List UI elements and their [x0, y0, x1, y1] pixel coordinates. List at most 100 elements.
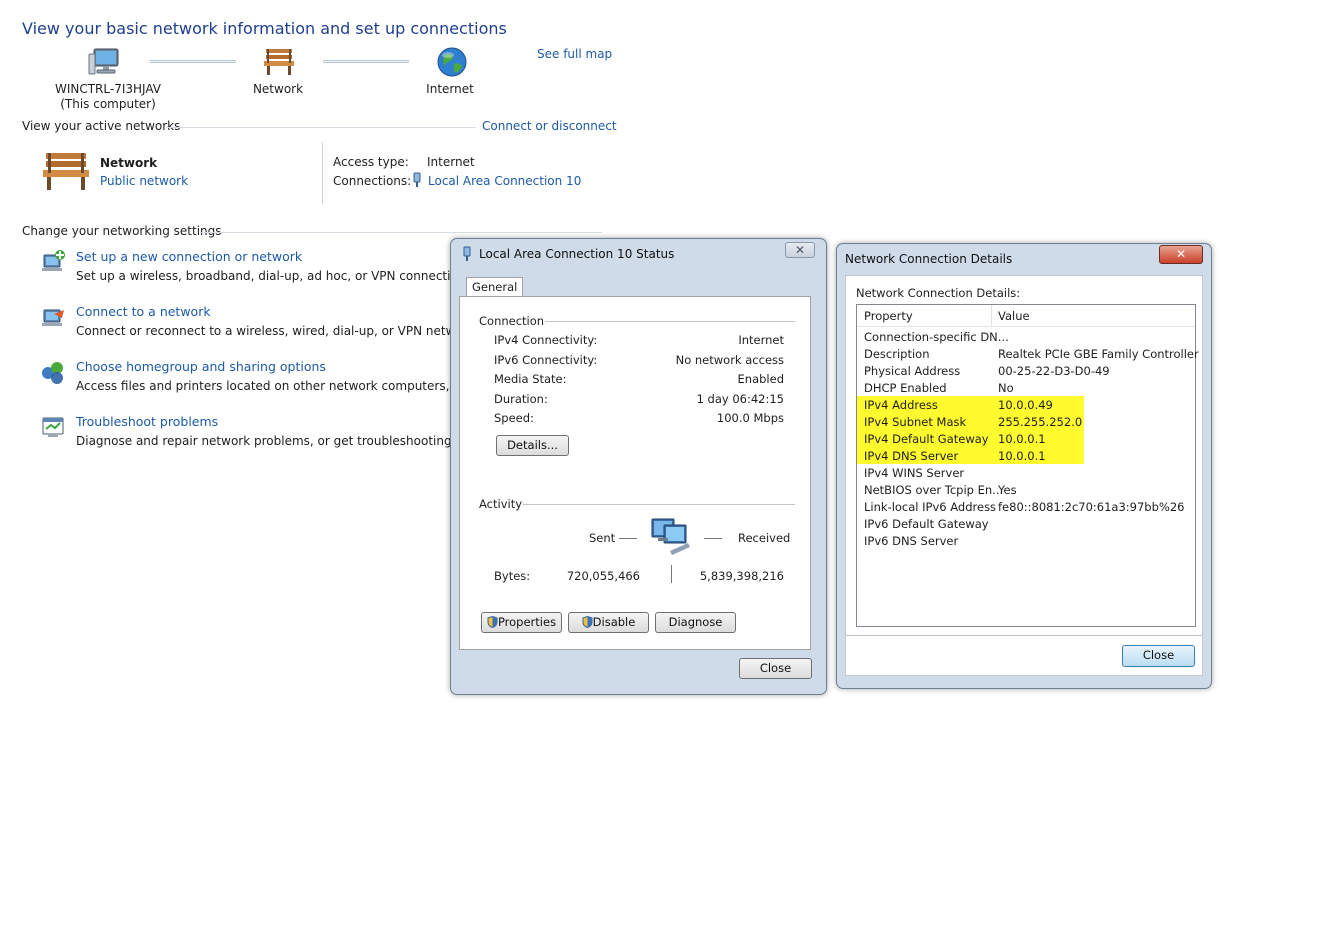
details-property-cell: DHCP Enabled	[864, 381, 947, 395]
details-dialog-close-x-button[interactable]: ✕	[1159, 245, 1203, 264]
setup-connection-desc: Set up a wireless, broadband, dial-up, a…	[76, 269, 504, 283]
details-row[interactable]: NetBIOS over Tcpip En... Yes	[857, 482, 1195, 499]
sent-label: Sent	[589, 531, 616, 545]
setup-connection-link[interactable]: Set up a new connection or network	[76, 249, 302, 264]
details-property-cell: IPv6 Default Gateway	[864, 517, 989, 531]
details-button[interactable]: Details...	[496, 435, 569, 456]
section-divider	[200, 232, 602, 233]
details-property-cell: Connection-specific DN...	[864, 330, 1009, 344]
connect-network-link[interactable]: Connect to a network	[76, 304, 211, 319]
status-close-button[interactable]: Close	[739, 658, 812, 679]
ipv4-connectivity-label: IPv4 Connectivity:	[494, 333, 598, 347]
details-list-header: Property Value	[857, 305, 1195, 327]
ipv4-connectivity-value: Internet	[738, 333, 784, 347]
homegroup-icon	[40, 359, 66, 385]
troubleshoot-link[interactable]: Troubleshoot problems	[76, 414, 218, 429]
troubleshoot-desc: Diagnose and repair network problems, or…	[76, 434, 502, 448]
details-caption: Network Connection Details:	[856, 286, 1021, 300]
internet-globe-icon[interactable]	[436, 46, 468, 78]
group-divider	[523, 504, 795, 505]
received-label: Received	[738, 531, 791, 545]
homegroup-link[interactable]: Choose homegroup and sharing options	[76, 359, 326, 374]
details-property-cell: IPv4 WINS Server	[864, 466, 965, 480]
shield-icon	[582, 615, 593, 633]
details-row[interactable]: Connection-specific DN...	[857, 329, 1195, 346]
details-row[interactable]: IPv4 WINS Server	[857, 465, 1195, 482]
details-row[interactable]: Description Realtek PCIe GBE Family Contr…	[857, 346, 1199, 363]
details-close-button[interactable]: Close	[1122, 645, 1195, 667]
see-full-map-link[interactable]: See full map	[537, 47, 612, 61]
details-value-cell: fe80::8081:2c70:61a3:97bb%26	[998, 500, 1185, 514]
status-dialog-close-x-button[interactable]: ✕	[785, 242, 815, 258]
details-bottom-divider	[846, 635, 1202, 636]
bytes-sent-value: 720,055,466	[566, 569, 640, 583]
properties-button-label: Properties	[497, 615, 557, 629]
active-network-name: Network	[100, 156, 158, 170]
local-area-connection-link[interactable]: Local Area Connection 10	[428, 174, 581, 188]
dialog-title-ethernet-icon	[461, 246, 473, 262]
section-divider	[166, 127, 476, 128]
ipv6-connectivity-label: IPv6 Connectivity:	[494, 353, 598, 367]
connection-group-label: Connection	[479, 314, 545, 328]
details-row[interactable]: Link-local IPv6 Address fe80::8081:2c70:6…	[857, 499, 1195, 516]
disable-button-label: Disable	[592, 615, 636, 629]
details-value-cell: Yes	[998, 483, 1017, 497]
details-value-cell: 10.0.0.1	[998, 449, 1046, 463]
details-property-cell: Physical Address	[864, 364, 961, 378]
details-listview[interactable]: Property Value Connection-specific DN...…	[856, 304, 1199, 627]
received-dash	[704, 538, 722, 539]
details-row[interactable]: IPv4 Subnet Mask 255.255.252.0	[857, 414, 1195, 431]
details-value-cell: Realtek PCIe GBE Family Controller	[998, 347, 1199, 361]
active-network-bench-icon	[40, 150, 92, 192]
map-connector-line	[150, 60, 236, 63]
map-network-label: Network	[252, 82, 304, 96]
bytes-received-value: 5,839,398,216	[699, 569, 784, 583]
duration-label: Duration:	[494, 392, 548, 406]
details-row[interactable]: DHCP Enabled No	[857, 380, 1195, 397]
details-row[interactable]: IPv6 Default Gateway	[857, 516, 1195, 533]
ethernet-plug-icon	[411, 172, 423, 188]
details-dialog: Network Connection Details ✕ Network Con…	[836, 243, 1212, 689]
troubleshoot-icon	[40, 414, 66, 440]
homegroup-desc: Access files and printers located on oth…	[76, 379, 507, 393]
details-panel: Network Connection Details: Property Val…	[845, 275, 1203, 676]
status-dialog-title: Local Area Connection 10 Status	[479, 247, 675, 261]
computer-name: WINCTRL-7I3HJAV	[54, 82, 162, 96]
details-row[interactable]: IPv4 DNS Server 10.0.0.1	[857, 448, 1195, 465]
details-property-cell: Description	[864, 347, 930, 361]
speed-value: 100.0 Mbps	[716, 411, 784, 425]
details-value-cell: 255.255.252.0	[998, 415, 1083, 429]
computer-sublabel: (This computer)	[60, 97, 156, 111]
column-header-value[interactable]: Value	[998, 309, 1030, 323]
network-type-link[interactable]: Public network	[100, 174, 188, 188]
details-row[interactable]: IPv4 Address 10.0.0.49	[857, 397, 1195, 414]
page-title: View your basic network information and …	[22, 19, 507, 38]
connections-label: Connections:	[333, 174, 412, 188]
details-value-cell: No	[998, 381, 1014, 395]
tab-general[interactable]: General	[466, 277, 524, 296]
column-header-divider	[991, 305, 992, 327]
disable-button[interactable]: Disable	[568, 612, 649, 633]
activity-computers-icon	[650, 515, 692, 555]
computer-icon[interactable]	[88, 46, 122, 78]
column-header-property[interactable]: Property	[864, 309, 913, 323]
map-connector-line	[323, 60, 409, 63]
details-row[interactable]: Physical Address 00-25-22-D3-D0-49	[857, 363, 1195, 380]
details-property-cell: IPv4 Address	[864, 398, 938, 412]
media-state-label: Media State:	[494, 372, 567, 386]
settings-heading: Change your networking settings	[22, 224, 222, 238]
group-divider	[545, 321, 795, 322]
shield-icon	[487, 615, 498, 633]
diagnose-button[interactable]: Diagnose	[655, 612, 736, 633]
connect-disconnect-link[interactable]: Connect or disconnect	[482, 119, 617, 133]
details-property-cell: IPv4 DNS Server	[864, 449, 959, 463]
properties-button[interactable]: Properties	[481, 612, 562, 633]
details-value-cell: 10.0.0.1	[998, 432, 1046, 446]
status-dialog: Local Area Connection 10 Status ✕ Genera…	[450, 238, 827, 695]
network-bench-icon[interactable]	[262, 47, 296, 77]
details-dialog-title: Network Connection Details	[845, 252, 1013, 266]
details-row[interactable]: IPv4 Default Gateway 10.0.0.1	[857, 431, 1195, 448]
details-row[interactable]: IPv6 DNS Server	[857, 533, 1195, 550]
ipv6-connectivity-value: No network access	[675, 353, 784, 367]
details-property-cell: IPv4 Subnet Mask	[864, 415, 967, 429]
